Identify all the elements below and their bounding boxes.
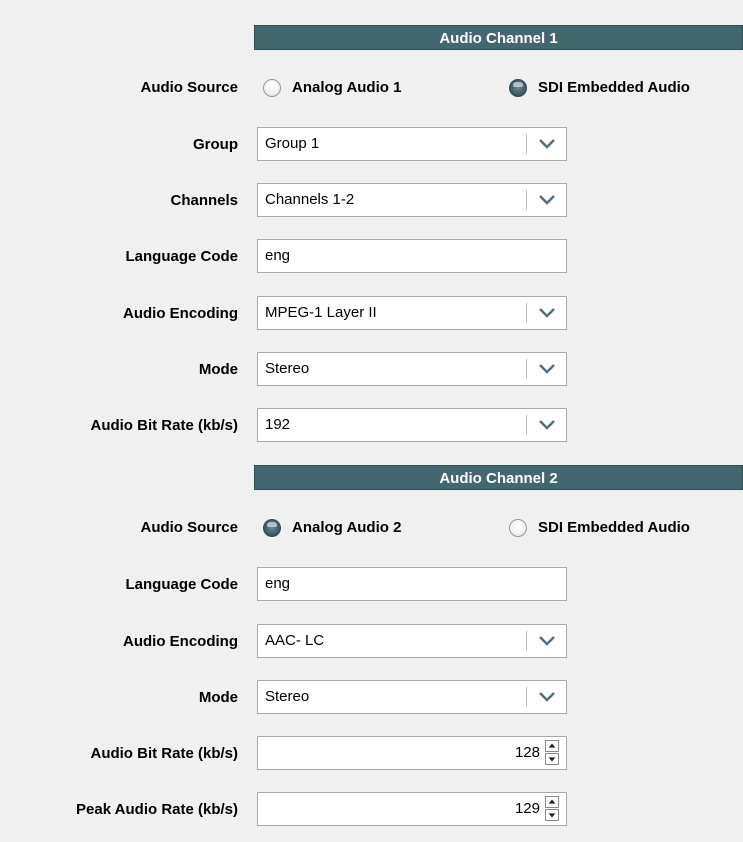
group-select[interactable]: Group 1 (257, 127, 567, 161)
mode-value-1: Stereo (265, 360, 310, 377)
select-divider (526, 190, 527, 210)
audio-source-label-1: Audio Source (140, 79, 238, 96)
audio-bit-rate-value-1: 192 (265, 416, 291, 433)
chevron-down-icon[interactable] (537, 415, 557, 435)
radio-label: Analog Audio 2 (292, 519, 402, 536)
peak-audio-rate-value: 129 (514, 800, 540, 817)
audio-encoding-select-1[interactable]: MPEG-1 Layer II (257, 296, 567, 330)
audio-encoding-select-2[interactable]: AAC- LC (257, 624, 567, 658)
audio-bit-rate-select-1[interactable]: 192 (257, 408, 567, 442)
mode-label-2: Mode (198, 689, 238, 706)
audio-bit-rate-spinner-2[interactable]: 128 (257, 736, 567, 770)
select-divider (526, 631, 527, 651)
language-code-field-2[interactable]: eng (257, 567, 567, 601)
audio-bit-rate-label-2: Audio Bit Rate (kb/s) (90, 745, 238, 762)
chevron-down-icon[interactable] (537, 134, 557, 154)
radio-selected-icon[interactable] (509, 79, 527, 97)
spinner-buttons (545, 796, 559, 822)
audio-bit-rate-value-2: 128 (514, 744, 540, 761)
select-divider (526, 134, 527, 154)
select-divider (526, 359, 527, 379)
spinner-buttons (545, 740, 559, 766)
select-divider (526, 303, 527, 323)
mode-select-2[interactable]: Stereo (257, 680, 567, 714)
audio-encoding-label-1: Audio Encoding (123, 305, 238, 322)
caret-down-icon[interactable] (545, 809, 559, 821)
channels-label: Channels (170, 192, 238, 209)
channels-value: Channels 1-2 (265, 191, 355, 208)
language-code-label-2: Language Code (125, 576, 238, 593)
caret-up-icon[interactable] (545, 740, 559, 752)
chevron-down-icon[interactable] (537, 687, 557, 707)
select-divider (526, 415, 527, 435)
radio-unselected-icon[interactable] (509, 519, 527, 537)
audio-channel-1-header: Audio Channel 1 (254, 25, 743, 50)
chevron-down-icon[interactable] (537, 190, 557, 210)
audio-encoding-label-2: Audio Encoding (123, 633, 238, 650)
group-value: Group 1 (265, 135, 320, 152)
select-divider (526, 687, 527, 707)
radio-sdi-embedded-audio-2[interactable]: SDI Embedded Audio (509, 518, 690, 538)
mode-value-2: Stereo (265, 688, 310, 705)
radio-analog-audio-1[interactable]: Analog Audio 1 (263, 78, 401, 98)
language-code-value-2: eng (265, 575, 291, 592)
audio-encoding-value-1: MPEG-1 Layer II (265, 304, 377, 321)
radio-label: SDI Embedded Audio (538, 519, 690, 536)
caret-down-icon[interactable] (545, 753, 559, 765)
audio-encoding-value-2: AAC- LC (265, 632, 325, 649)
radio-analog-audio-2[interactable]: Analog Audio 2 (263, 518, 401, 538)
radio-label: Analog Audio 1 (292, 79, 402, 96)
audio-channel-2-header: Audio Channel 2 (254, 465, 743, 490)
language-code-field-1[interactable]: eng (257, 239, 567, 273)
audio-bit-rate-label-1: Audio Bit Rate (kb/s) (90, 417, 238, 434)
chevron-down-icon[interactable] (537, 359, 557, 379)
chevron-down-icon[interactable] (537, 631, 557, 651)
audio-source-label-2: Audio Source (140, 519, 238, 536)
peak-audio-rate-label: Peak Audio Rate (kb/s) (76, 801, 238, 818)
language-code-label-1: Language Code (125, 248, 238, 265)
radio-sdi-embedded-audio-1[interactable]: SDI Embedded Audio (509, 78, 690, 98)
group-label: Group (193, 136, 238, 153)
chevron-down-icon[interactable] (537, 303, 557, 323)
channels-select[interactable]: Channels 1-2 (257, 183, 567, 217)
language-code-value-1: eng (265, 247, 291, 264)
peak-audio-rate-spinner[interactable]: 129 (257, 792, 567, 826)
mode-label-1: Mode (198, 361, 238, 378)
radio-unselected-icon[interactable] (263, 79, 281, 97)
mode-select-1[interactable]: Stereo (257, 352, 567, 386)
caret-up-icon[interactable] (545, 796, 559, 808)
radio-label: SDI Embedded Audio (538, 79, 690, 96)
radio-selected-icon[interactable] (263, 519, 281, 537)
